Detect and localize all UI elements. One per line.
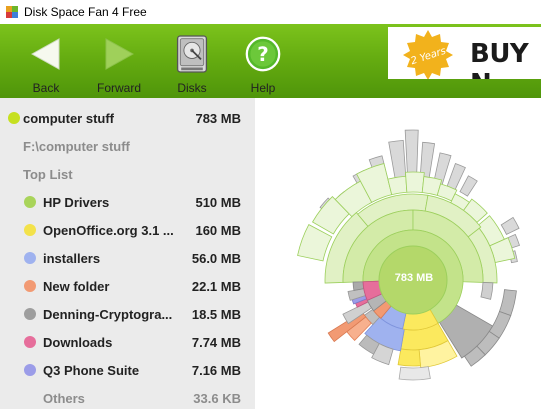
- folder-list-item[interactable]: Downloads 7.74 MB: [0, 328, 255, 356]
- buy-banner[interactable]: 2 Years BUY N: [388, 27, 541, 79]
- disks-button[interactable]: Disks: [170, 24, 214, 98]
- others-row[interactable]: Others 33.6 KB: [0, 384, 255, 409]
- fan-ring4-segment[interactable]: [387, 175, 408, 196]
- folder-list-item[interactable]: installers 56.0 MB: [0, 244, 255, 272]
- back-label: Back: [32, 81, 60, 95]
- window-title: Disk Space Fan 4 Free: [24, 5, 147, 19]
- others-size: 33.6 KB: [193, 390, 241, 406]
- hard-disk-icon: [174, 34, 210, 74]
- disks-label: Disks: [177, 81, 207, 95]
- buy-now-text: BUY N: [470, 39, 529, 79]
- top-list-header: Top List: [0, 160, 255, 188]
- folder-size: 160 MB: [195, 222, 241, 238]
- folder-list-item[interactable]: Q3 Phone Suite 7.16 MB: [0, 356, 255, 384]
- forward-button[interactable]: Forward: [94, 24, 144, 98]
- folder-list-item[interactable]: OpenOffice.org 3.1 ... 160 MB: [0, 216, 255, 244]
- folder-size: 22.1 MB: [191, 278, 241, 294]
- folder-list-item[interactable]: New folder 22.1 MB: [0, 272, 255, 300]
- root-color-dot: [8, 112, 20, 124]
- folder-size: 7.74 MB: [191, 334, 241, 350]
- folder-list-panel: computer stuff 783 MB F:\computer stuff …: [0, 98, 255, 409]
- fan-center-size[interactable]: 783 MB: [391, 272, 437, 284]
- root-folder-size: 783 MB: [195, 110, 241, 126]
- folder-size: 56.0 MB: [191, 250, 241, 266]
- back-button[interactable]: Back: [26, 24, 66, 98]
- folder-list-item[interactable]: HP Drivers 510 MB: [0, 188, 255, 216]
- folder-color-dot: [24, 308, 36, 320]
- folder-color-dot: [24, 196, 36, 208]
- root-folder-name: computer stuff: [23, 110, 114, 126]
- help-label: Help: [250, 81, 276, 95]
- others-name: Others: [43, 390, 85, 406]
- title-bar: Disk Space Fan 4 Free: [0, 0, 541, 24]
- help-button[interactable]: ? Help: [240, 24, 286, 98]
- forward-label: Forward: [96, 81, 141, 95]
- folder-name: New folder: [43, 278, 110, 294]
- fan-outer-segment[interactable]: [500, 216, 520, 235]
- fan-ring3-segment[interactable]: [498, 289, 517, 317]
- folder-color-dot: [24, 364, 36, 376]
- folder-size: 510 MB: [195, 194, 241, 210]
- forward-arrow-icon: [101, 34, 137, 74]
- folder-list-item[interactable]: Denning-Cryptogra... 18.5 MB: [0, 300, 255, 328]
- folder-size: 7.16 MB: [191, 362, 241, 378]
- svg-text:?: ?: [257, 43, 268, 66]
- folder-name: installers: [43, 250, 101, 266]
- folder-color-dot: [24, 252, 36, 264]
- two-years-badge: 2 Years: [402, 29, 454, 79]
- fan-ring2-segment[interactable]: [352, 281, 365, 291]
- folder-size: 18.5 MB: [191, 306, 241, 322]
- folder-name: OpenOffice.org 3.1 ...: [43, 222, 174, 238]
- folder-color-dot: [24, 336, 36, 348]
- help-icon: ?: [245, 34, 281, 74]
- folder-color-dot: [24, 224, 36, 236]
- folder-name: Q3 Phone Suite: [43, 362, 140, 378]
- folder-name: HP Drivers: [43, 194, 110, 210]
- app-icon: [6, 6, 18, 18]
- root-folder-row[interactable]: computer stuff 783 MB: [0, 104, 255, 132]
- folder-path: F:\computer stuff: [23, 138, 130, 154]
- folder-name: Denning-Cryptogra...: [43, 306, 173, 322]
- folder-name: Downloads: [43, 334, 113, 350]
- fan-ring4-segment[interactable]: [405, 171, 425, 193]
- fan-chart-svg[interactable]: [255, 98, 541, 409]
- fan-ring4-segment[interactable]: [398, 366, 431, 381]
- back-arrow-icon: [28, 34, 64, 74]
- fan-ring3-segment[interactable]: [397, 348, 421, 367]
- disk-usage-fan-chart: 783 MB: [255, 98, 541, 409]
- folder-color-dot: [24, 280, 36, 292]
- top-list-label: Top List: [23, 166, 73, 182]
- fan-ring3-segment[interactable]: [480, 282, 494, 300]
- fan-outer-segment[interactable]: [459, 175, 478, 197]
- folder-path-row: F:\computer stuff: [0, 132, 255, 160]
